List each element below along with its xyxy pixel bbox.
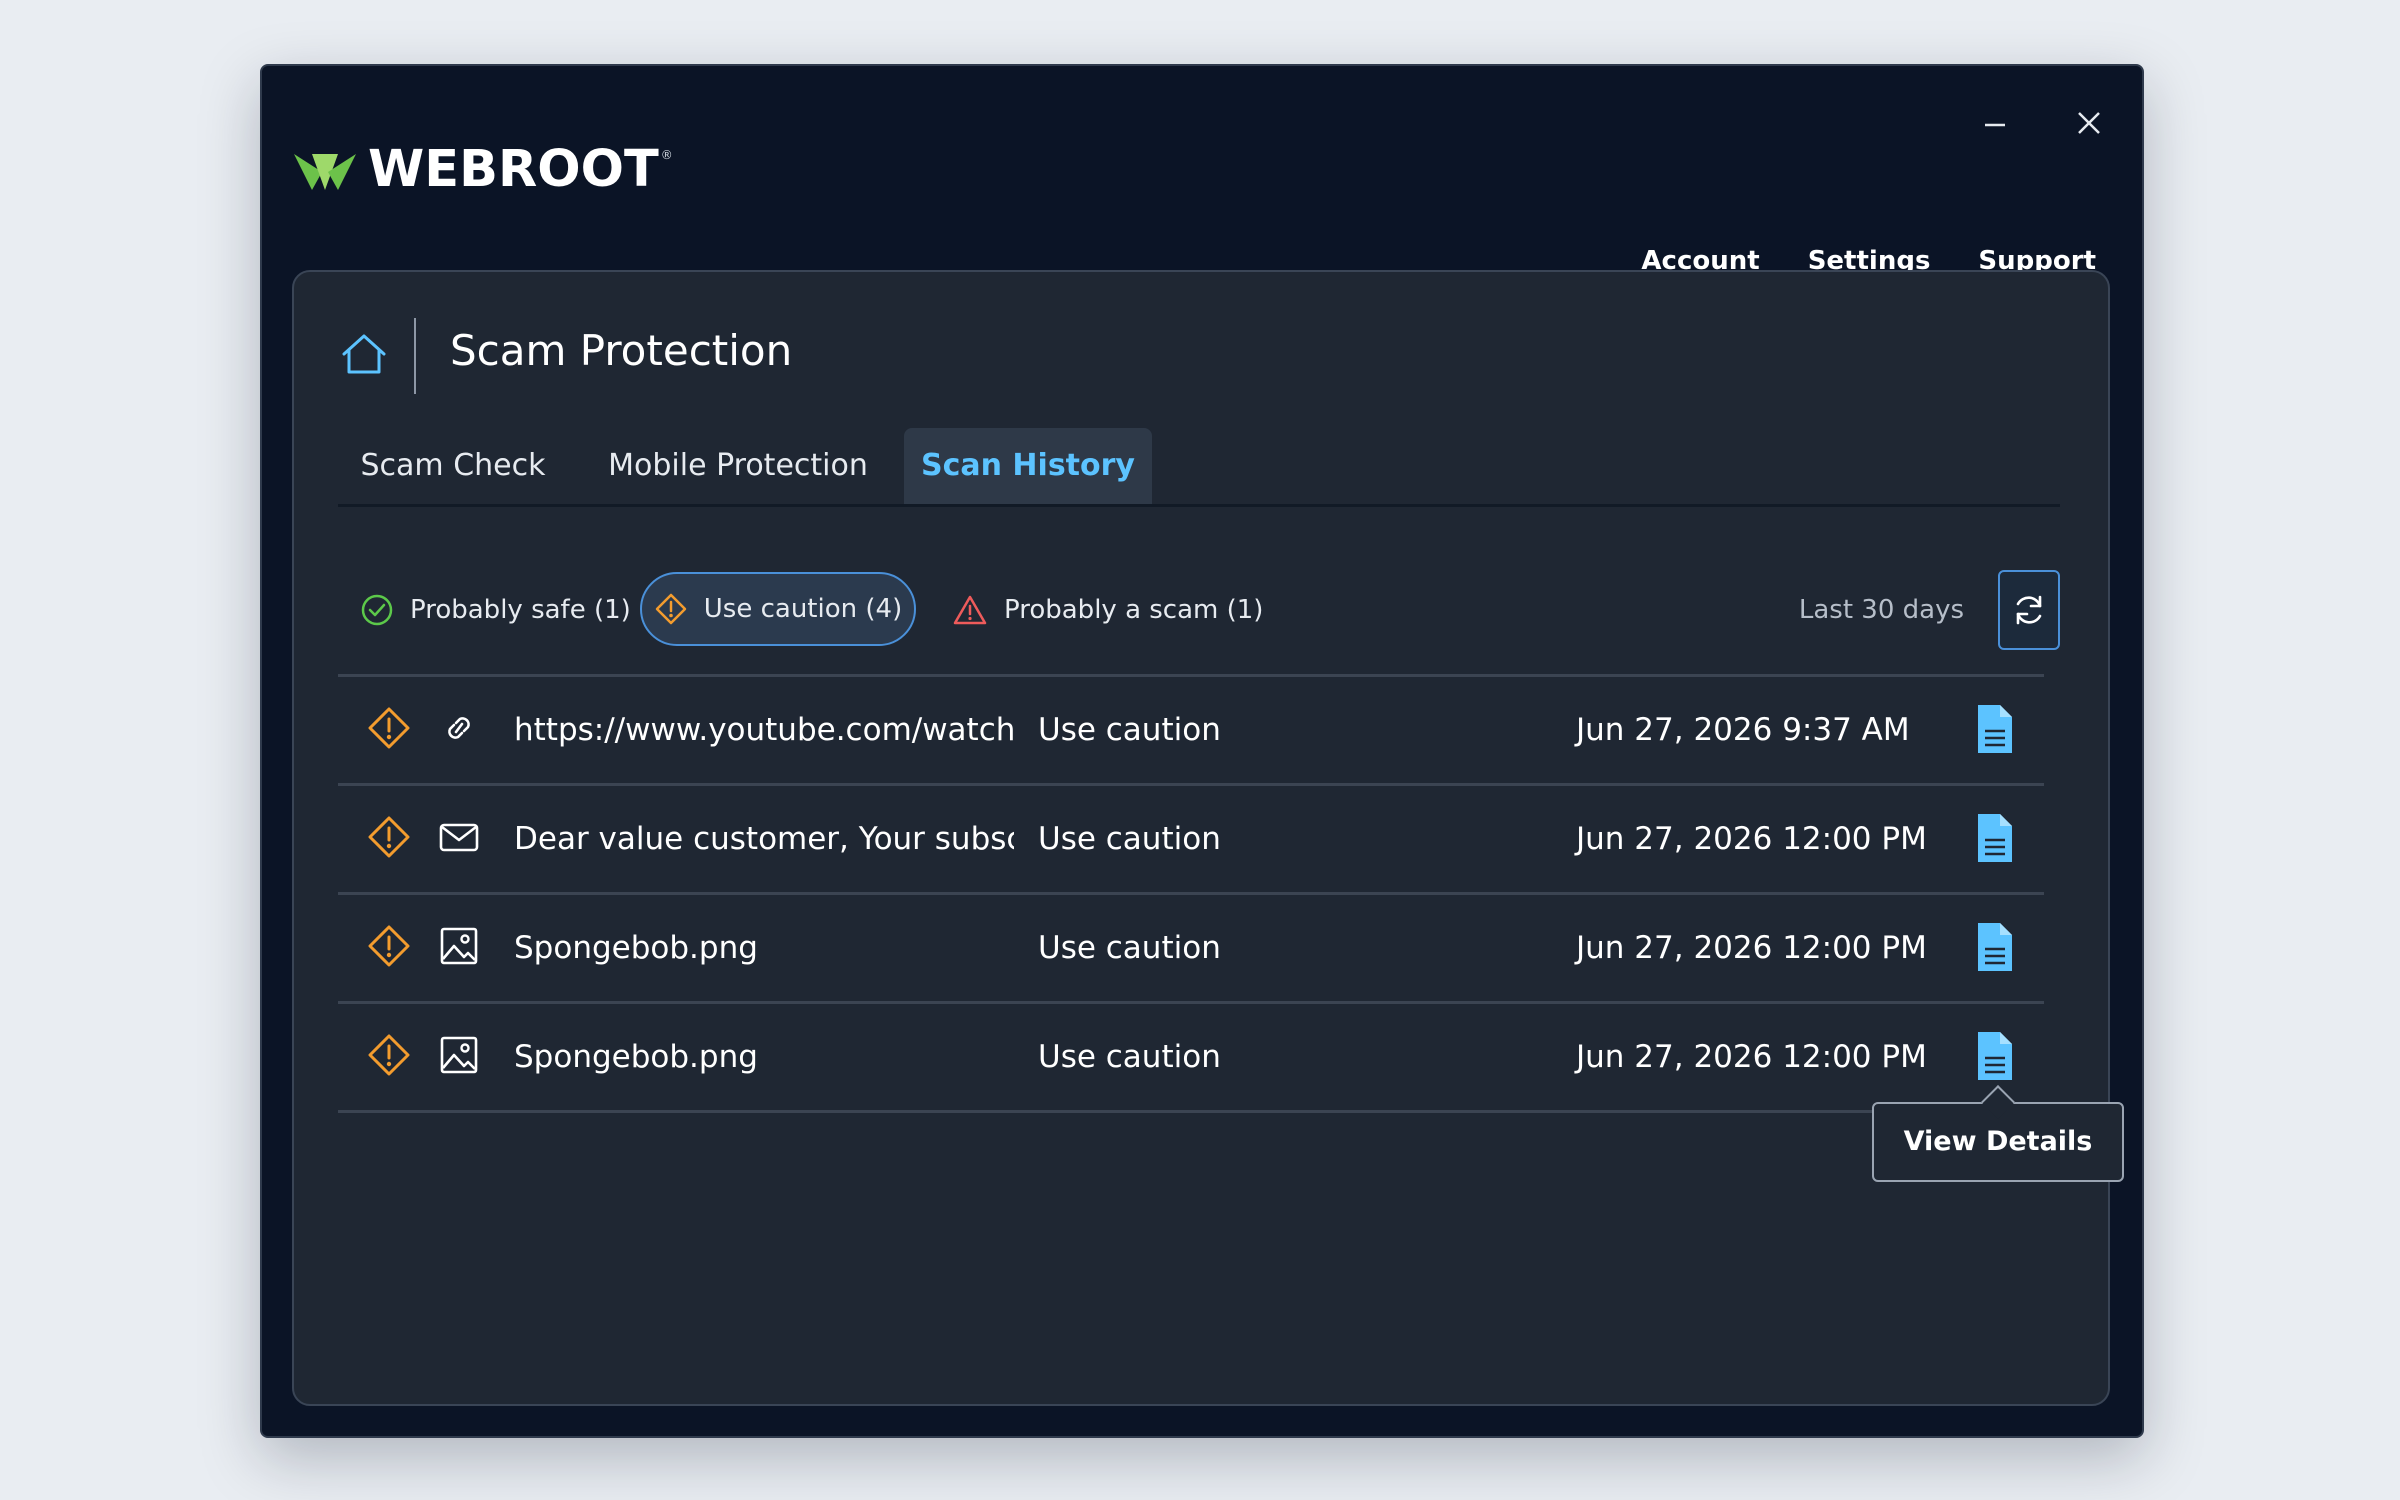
caution-diamond-icon bbox=[368, 1034, 410, 1076]
page-title: Scam Protection bbox=[450, 326, 793, 375]
row-date: Jun 27, 2026 12:00 PM bbox=[1576, 1039, 1927, 1075]
filter-probably-safe[interactable]: Probably safe (1) bbox=[360, 570, 631, 650]
row-verdict: Use caution bbox=[1038, 930, 1221, 966]
link-icon bbox=[448, 717, 470, 739]
main-panel: Scam Protection Scam Check Mobile Protec… bbox=[292, 270, 2110, 1406]
mail-icon bbox=[439, 823, 479, 852]
row-item-name: Spongebob.png bbox=[514, 1039, 758, 1075]
home-icon[interactable] bbox=[338, 328, 390, 380]
brand-registered-mark: ® bbox=[660, 148, 673, 162]
filter-probably-safe-label: Probably safe (1) bbox=[410, 595, 631, 625]
view-details-document-icon[interactable] bbox=[1966, 810, 2022, 866]
row-item-name: Dear value customer, Your subscri... bbox=[514, 821, 1014, 857]
tab-scan-history[interactable]: Scan History bbox=[904, 428, 1152, 504]
filter-use-caution[interactable]: Use caution (4) bbox=[640, 572, 916, 646]
view-details-document-icon[interactable] bbox=[1966, 919, 2022, 975]
row-item-name: https://www.youtube.com/watch?v... bbox=[514, 712, 1014, 748]
view-details-tooltip: View Details bbox=[1872, 1102, 2124, 1182]
row-verdict: Use caution bbox=[1038, 821, 1221, 857]
filter-bar: Probably safe (1) Use caution (4) Probab… bbox=[338, 570, 2060, 650]
filter-use-caution-label: Use caution (4) bbox=[703, 594, 903, 624]
date-range-label: Last 30 days bbox=[1798, 595, 1964, 625]
table-row[interactable]: https://www.youtube.com/watch?v... Use c… bbox=[338, 677, 2044, 786]
row-date: Jun 27, 2026 12:00 PM bbox=[1576, 930, 1927, 966]
table-row[interactable]: Spongebob.png Use caution Jun 27, 2026 1… bbox=[338, 895, 2044, 1004]
minimize-icon[interactable] bbox=[1974, 104, 2016, 146]
view-details-document-icon[interactable] bbox=[1966, 1028, 2022, 1084]
filter-probably-scam[interactable]: Probably a scam (1) bbox=[952, 570, 1263, 650]
row-item-name: Spongebob.png bbox=[514, 930, 758, 966]
tab-bar: Scam Check Mobile Protection Scan Histor… bbox=[338, 428, 2060, 507]
row-date: Jun 27, 2026 12:00 PM bbox=[1576, 821, 1927, 857]
check-circle-icon bbox=[361, 594, 393, 626]
image-icon bbox=[440, 927, 478, 965]
title-divider bbox=[414, 318, 416, 394]
close-icon[interactable] bbox=[2066, 100, 2112, 146]
row-date: Jun 27, 2026 9:37 AM bbox=[1576, 712, 1910, 748]
app-window: WEBROOT ® Account Settings Support Scam … bbox=[260, 64, 2144, 1438]
image-icon bbox=[440, 1036, 478, 1074]
tab-scam-check[interactable]: Scam Check bbox=[338, 428, 568, 504]
caution-diamond-icon bbox=[368, 925, 410, 967]
row-verdict: Use caution bbox=[1038, 712, 1221, 748]
tab-mobile-protection[interactable]: Mobile Protection bbox=[578, 428, 898, 504]
webroot-logo-icon bbox=[294, 154, 356, 190]
scan-history-list: https://www.youtube.com/watch?v... Use c… bbox=[338, 674, 2044, 1113]
view-details-document-icon[interactable] bbox=[1966, 701, 2022, 757]
caution-diamond-icon bbox=[655, 593, 687, 625]
table-row[interactable]: Spongebob.png Use caution Jun 27, 2026 1… bbox=[338, 1004, 2044, 1113]
webroot-logo: WEBROOT ® bbox=[292, 140, 673, 200]
warning-triangle-icon bbox=[953, 595, 987, 625]
table-row[interactable]: Dear value customer, Your subscri... Use… bbox=[338, 786, 2044, 895]
row-verdict: Use caution bbox=[1038, 1039, 1221, 1075]
refresh-button[interactable] bbox=[1998, 570, 2060, 650]
refresh-icon bbox=[2016, 595, 2042, 625]
caution-diamond-icon bbox=[368, 816, 410, 858]
brand-name: WEBROOT bbox=[368, 140, 659, 199]
caution-diamond-icon bbox=[368, 707, 410, 749]
filter-probably-scam-label: Probably a scam (1) bbox=[1004, 595, 1264, 625]
